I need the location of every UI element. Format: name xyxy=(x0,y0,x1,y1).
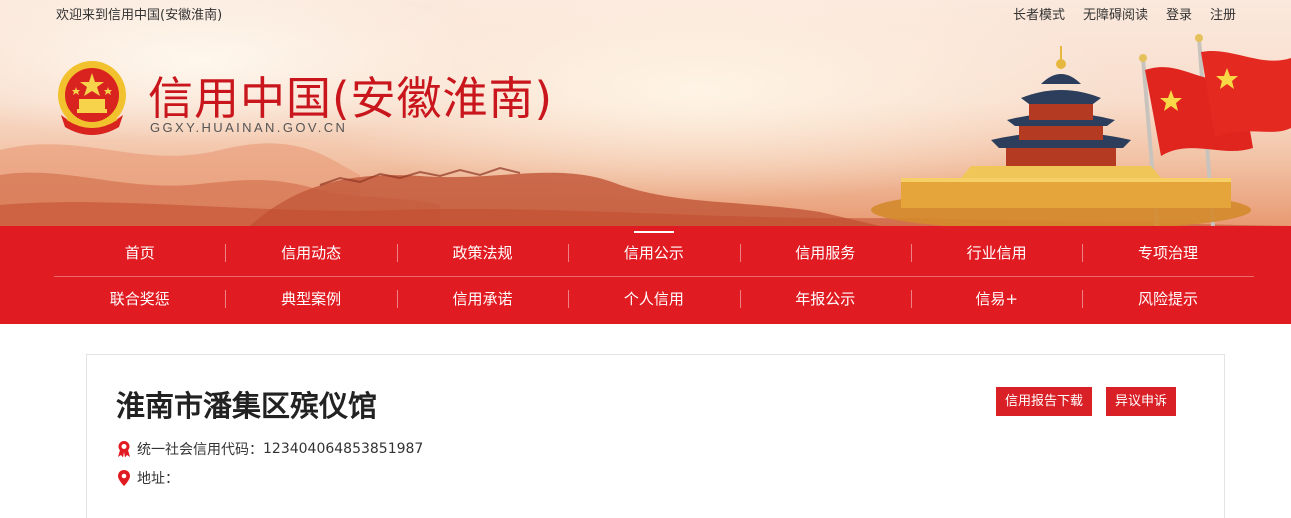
header-banner: 欢迎来到信用中国(安徽淮南) 长者模式 无障碍阅读 登录 注册 信用中国(安徽淮… xyxy=(0,0,1291,226)
org-info-card: 淮南市潘集区殡仪馆 信用报告下载 异议申诉 统一社会信用代码： 12340406… xyxy=(86,354,1225,518)
credit-code-label: 统一社会信用代码： xyxy=(137,442,263,458)
login-link[interactable]: 登录 xyxy=(1166,4,1192,23)
nav-item-risk-alert[interactable]: 风险提示 xyxy=(1082,276,1253,322)
org-name: 淮南市潘集区殡仪馆 xyxy=(116,389,378,423)
site-title: 信用中国(安徽淮南) xyxy=(148,72,554,125)
address-label: 地址： xyxy=(137,471,179,487)
nav-item-credit-service[interactable]: 信用服务 xyxy=(739,230,911,276)
top-bar: 欢迎来到信用中国(安徽淮南) 长者模式 无障碍阅读 登录 注册 xyxy=(0,0,1291,26)
nav-row-primary: 首页 信用动态 政策法规 信用公示 信用服务 行业信用 专项治理 xyxy=(54,230,1254,278)
credit-report-download-button[interactable]: 信用报告下载 xyxy=(996,387,1093,416)
nav-row-secondary: 联合奖惩 典型案例 信用承诺 个人信用 年报公示 信易+ 风险提示 xyxy=(54,276,1254,324)
nav-item-home[interactable]: 首页 xyxy=(54,230,225,276)
top-links: 长者模式 无障碍阅读 登录 注册 xyxy=(1013,4,1236,23)
nav-item-credit-commitment[interactable]: 信用承诺 xyxy=(396,276,568,322)
nav-item-special-governance[interactable]: 专项治理 xyxy=(1082,230,1253,276)
nav-item-credit-disclosure[interactable]: 信用公示 xyxy=(568,230,739,276)
credit-code-value: 123404064853851987 xyxy=(263,441,424,457)
nav-item-xinyi-plus[interactable]: 信易+ xyxy=(910,276,1082,322)
accessibility-link[interactable]: 无障碍阅读 xyxy=(1083,4,1148,23)
award-ribbon-icon xyxy=(118,441,130,458)
nav-item-annual-report[interactable]: 年报公示 xyxy=(739,276,911,322)
nav-item-joint-rewards[interactable]: 联合奖惩 xyxy=(54,276,225,322)
main-nav: 首页 信用动态 政策法规 信用公示 信用服务 行业信用 专项治理 联合奖惩 典型… xyxy=(0,226,1291,324)
nav-item-credit-news[interactable]: 信用动态 xyxy=(225,230,396,276)
elder-mode-link[interactable]: 长者模式 xyxy=(1013,4,1065,23)
welcome-text: 欢迎来到信用中国(安徽淮南) xyxy=(56,8,223,23)
nav-item-industry-credit[interactable]: 行业信用 xyxy=(910,230,1082,276)
temple-of-heaven-illustration xyxy=(871,34,1291,226)
credit-code-row: 统一社会信用代码： 123404064853851987 xyxy=(116,439,423,459)
national-emblem-icon xyxy=(58,61,126,135)
nav-item-policies[interactable]: 政策法规 xyxy=(396,230,568,276)
location-pin-icon xyxy=(118,470,130,486)
site-domain: GGXY.HUAINAN.GOV.CN xyxy=(150,120,348,135)
nav-item-typical-cases[interactable]: 典型案例 xyxy=(225,276,396,322)
address-row: 地址： xyxy=(116,468,179,488)
nav-item-personal-credit[interactable]: 个人信用 xyxy=(568,276,739,322)
register-link[interactable]: 注册 xyxy=(1210,4,1236,23)
objection-appeal-button[interactable]: 异议申诉 xyxy=(1106,387,1177,416)
